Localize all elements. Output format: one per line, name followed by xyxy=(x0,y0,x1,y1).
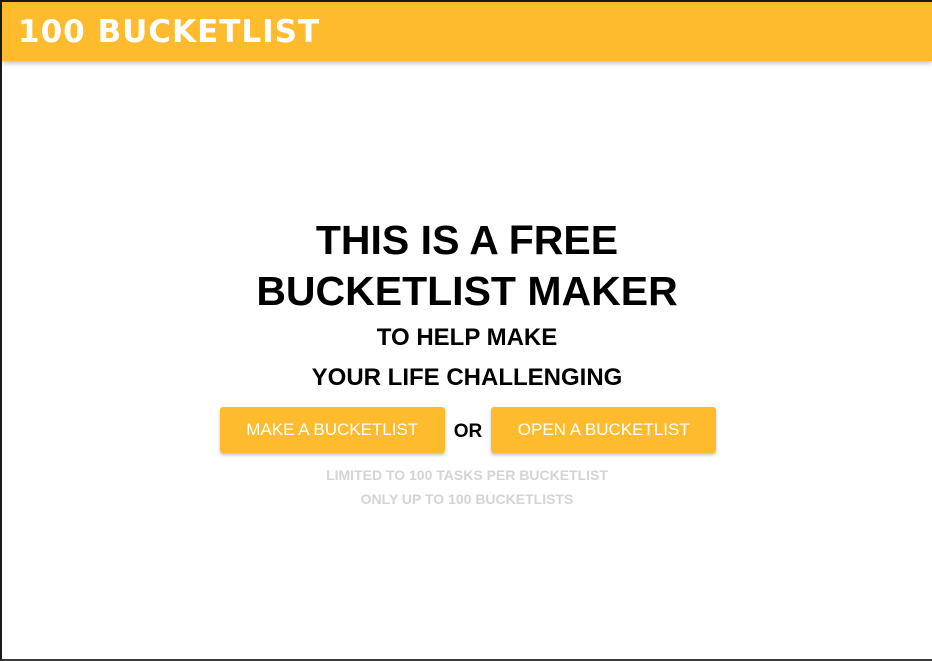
limit-note-tasks: LIMITED TO 100 TASKS PER BUCKETLIST xyxy=(326,467,608,483)
headline-line-1: THIS IS A FREE xyxy=(315,217,619,263)
action-row: MAKE A BUCKETLIST OR OPEN A BUCKETLIST xyxy=(2,407,932,453)
main-content: THIS IS A FREE BUCKETLIST MAKER TO HELP … xyxy=(2,61,932,659)
open-bucketlist-button[interactable]: OPEN A BUCKETLIST xyxy=(491,407,717,453)
subheadline-line-1: TO HELP MAKE xyxy=(376,324,558,351)
make-bucketlist-button[interactable]: MAKE A BUCKETLIST xyxy=(219,407,445,453)
site-logo[interactable]: 100 BUCKETLIST xyxy=(18,14,320,50)
headline-line-2: BUCKETLIST MAKER xyxy=(256,268,678,314)
subheadline-line-2: YOUR LIFE CHALLENGING xyxy=(311,364,623,391)
top-app-bar: 100 BUCKETLIST xyxy=(2,2,932,61)
limit-note-bucketlists: ONLY UP TO 100 BUCKETLISTS xyxy=(360,491,574,507)
or-separator: OR xyxy=(453,421,483,442)
app-window: 100 BUCKETLIST THIS IS A FREE BUCKETLIST… xyxy=(0,0,932,661)
